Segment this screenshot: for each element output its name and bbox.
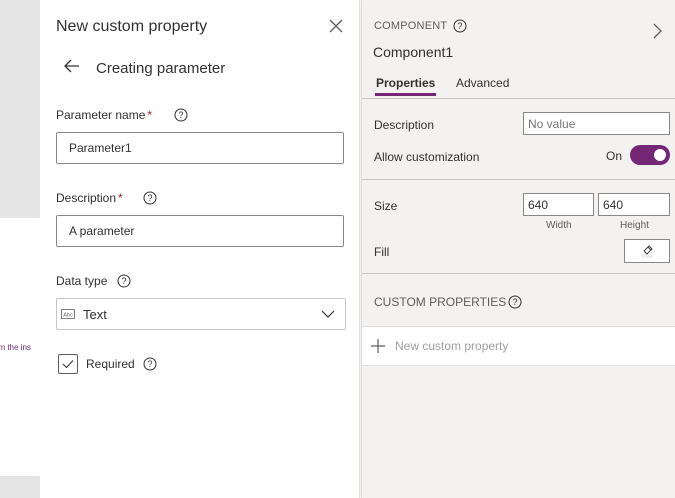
canvas-grey-region [0, 0, 40, 218]
required-checkbox[interactable] [58, 354, 78, 374]
help-icon[interactable]: ? [174, 108, 188, 122]
data-type-select[interactable]: Abc Text [56, 298, 346, 330]
allow-customization-label: Allow customization [374, 150, 480, 164]
new-custom-property-button[interactable]: New custom property [362, 326, 675, 366]
tab-properties[interactable]: Properties [374, 76, 437, 96]
width-input[interactable] [523, 193, 594, 216]
expand-pane-button[interactable] [650, 22, 664, 40]
data-type-label: Data type [56, 274, 108, 288]
description-prop-label: Description [374, 118, 435, 132]
new-custom-property-panel: New custom property Creating parameter P… [40, 0, 360, 498]
data-type-label-row: Data type ? [56, 274, 131, 288]
divider [362, 179, 675, 180]
plus-icon [371, 339, 385, 353]
chevron-right-icon [653, 23, 662, 39]
properties-pane: COMPONENT ? Component1 Properties Advanc… [361, 0, 675, 498]
size-label: Size [374, 199, 398, 213]
data-type-value: Text [83, 306, 107, 322]
chevron-down-icon [321, 310, 335, 318]
component-section-label: COMPONENT ? [374, 19, 467, 33]
required-row: Required ? [58, 354, 157, 374]
description-prop-input[interactable] [523, 112, 670, 135]
svg-text:?: ? [147, 359, 152, 369]
height-caption: Height [620, 220, 649, 231]
width-caption: Width [546, 220, 572, 231]
sub-title: Creating parameter [96, 60, 226, 77]
custom-properties-title: CUSTOM PROPERTIES [374, 295, 507, 309]
description-label-row: Description * ? [56, 191, 157, 205]
canvas-text-snippet: om the ins [0, 343, 31, 352]
panel-title: New custom property [56, 18, 208, 35]
color-picker-icon [641, 245, 653, 258]
close-button[interactable] [326, 16, 346, 36]
component-label-text: COMPONENT [374, 20, 448, 32]
back-button[interactable] [62, 56, 82, 76]
help-icon[interactable]: ? [117, 274, 131, 288]
required-label: Required [86, 357, 135, 371]
close-icon [329, 19, 343, 33]
required-mark: * [118, 191, 123, 205]
check-icon [62, 360, 74, 369]
svg-text:?: ? [179, 110, 184, 120]
help-icon[interactable]: ? [508, 295, 522, 309]
param-name-label-row: Parameter name * ? [56, 108, 188, 122]
component-name: Component1 [373, 44, 454, 60]
param-name-label: Parameter name [56, 108, 146, 122]
canvas-bottom-region [0, 476, 40, 498]
help-icon[interactable]: ? [143, 191, 157, 205]
text-type-icon: Abc [61, 309, 75, 319]
svg-text:?: ? [513, 297, 518, 307]
svg-text:?: ? [147, 193, 152, 203]
help-icon[interactable]: ? [143, 357, 157, 371]
allow-customization-toggle[interactable] [630, 145, 670, 165]
back-arrow-icon [64, 59, 79, 73]
fill-label: Fill [374, 245, 390, 259]
help-icon[interactable]: ? [453, 19, 467, 33]
param-name-input[interactable] [56, 132, 344, 164]
custom-properties-header: CUSTOM PROPERTIES ? [374, 295, 522, 309]
allow-customization-state: On [606, 149, 623, 163]
height-input[interactable] [598, 193, 670, 216]
svg-text:Abc: Abc [63, 313, 73, 319]
divider [362, 98, 675, 99]
divider [362, 273, 675, 274]
description-label: Description [56, 191, 117, 205]
required-mark: * [147, 108, 153, 122]
svg-text:?: ? [458, 21, 463, 31]
tab-advanced[interactable]: Advanced [456, 76, 509, 90]
svg-text:?: ? [122, 276, 127, 286]
new-custom-property-label: New custom property [395, 339, 509, 353]
back-row [62, 56, 82, 76]
fill-color-picker[interactable] [624, 239, 670, 263]
description-input[interactable] [56, 215, 344, 247]
